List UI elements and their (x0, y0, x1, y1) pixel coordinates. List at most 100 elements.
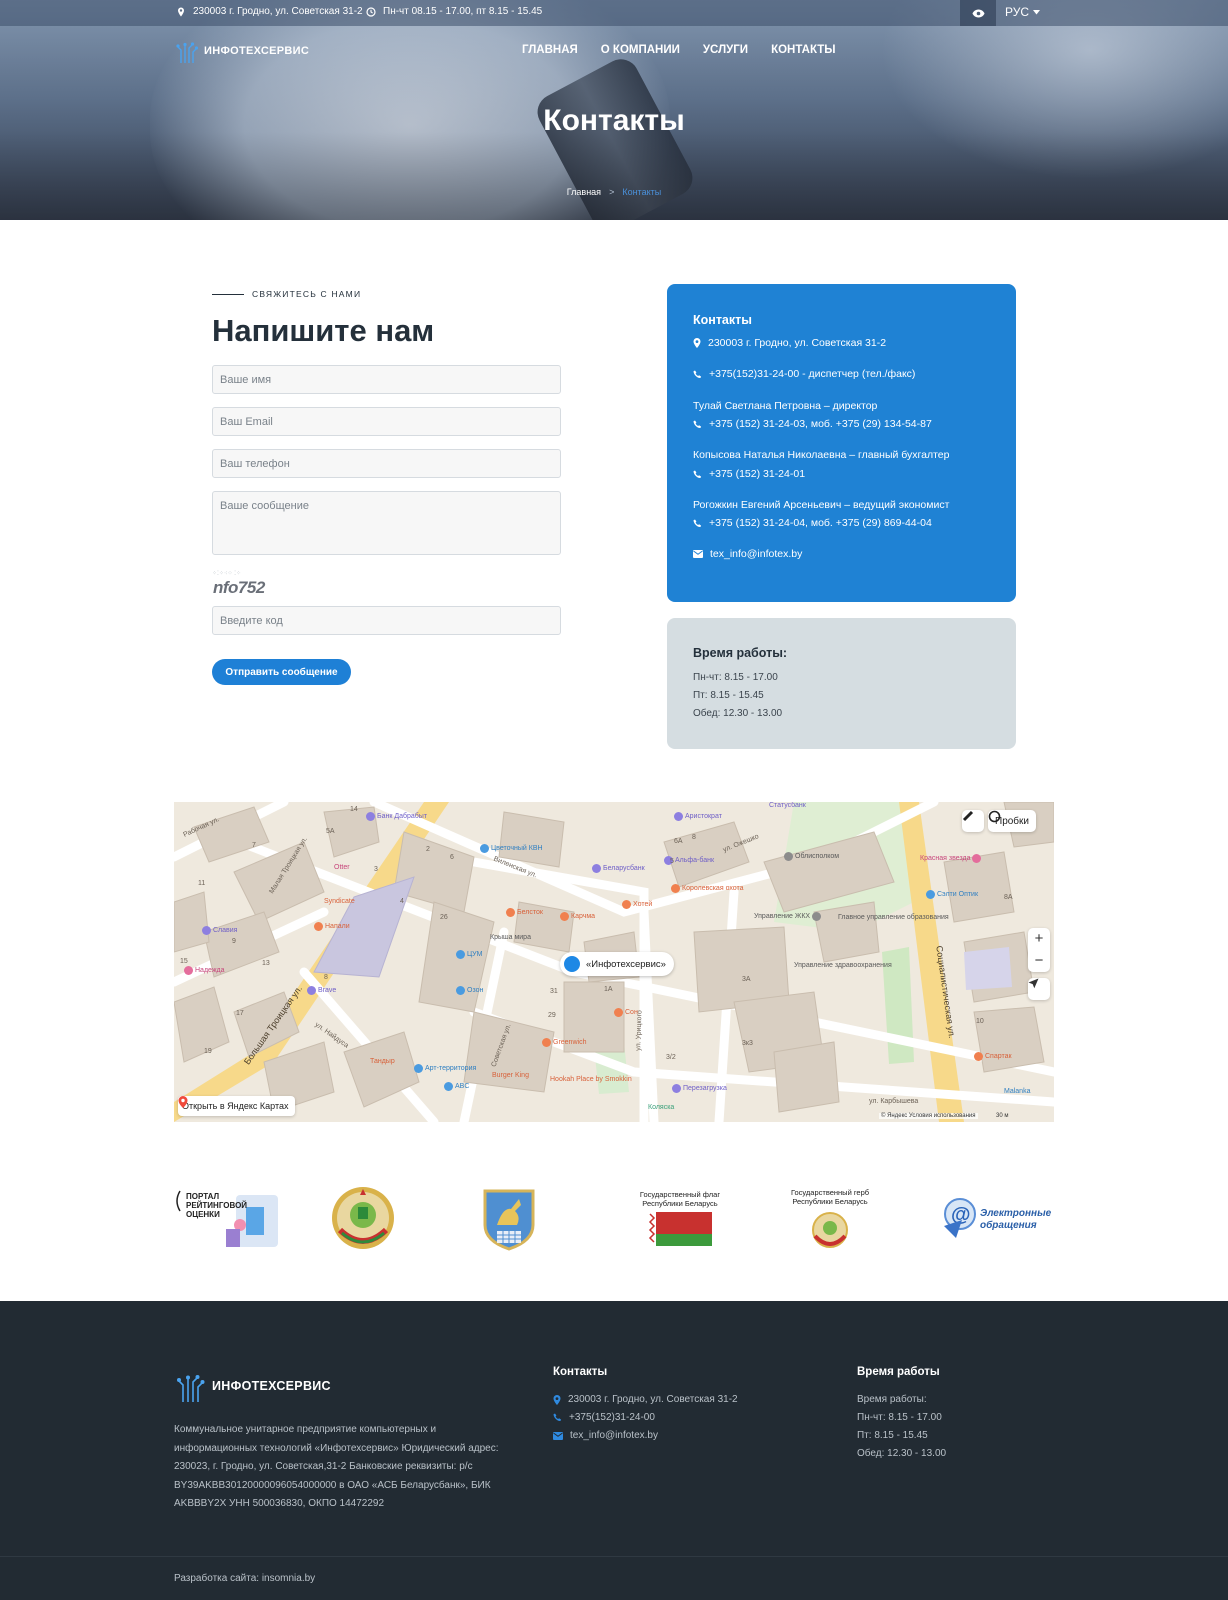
contacts-economist-phone-text[interactable]: +375 (152) 31-24-04, моб. +375 (29) 869-… (709, 517, 932, 529)
open-in-yandex-button[interactable]: Открыть в Яндекс Картах (178, 1096, 296, 1116)
partner-state-emblem[interactable] (328, 1183, 398, 1253)
poi-label: Malanka (1004, 1088, 1030, 1095)
house-number: 11 (198, 880, 206, 887)
poi-marker (456, 950, 465, 959)
house-number: 7 (252, 842, 256, 849)
eyebrow-text: СВЯЖИТЕСЬ С НАМИ (252, 289, 362, 299)
contacts-dispatcher-text[interactable]: +375(152)31-24-00 - диспетчер (тел./факс… (709, 368, 915, 380)
hours-card: Время работы: Пн-чт: 8.15 - 17.00 Пт: 8.… (667, 618, 1016, 749)
site-logo[interactable]: ИНФОТЕХСЕРВИС (176, 38, 309, 64)
poi-marker (542, 1038, 551, 1047)
name-field[interactable]: Ваше имя (212, 365, 561, 394)
poi-text: Крыша мира (490, 934, 531, 941)
map-pin-icon (178, 1096, 188, 1108)
poi-marker (784, 852, 793, 861)
nav-about[interactable]: О КОМПАНИИ (601, 44, 680, 56)
house-number: 26 (440, 914, 448, 921)
house-number: 2 (426, 846, 430, 853)
poi-marker (444, 1082, 453, 1091)
poi-label: Банк Дабрабыт (366, 812, 427, 821)
poi-label: Беларусбанк (592, 864, 645, 873)
locate-button[interactable] (1028, 978, 1050, 1000)
breadcrumb-home[interactable]: Главная (567, 187, 601, 197)
house-number: 6А (674, 838, 683, 845)
zoom-in-button[interactable]: + (1028, 928, 1050, 950)
house-number: 14 (350, 806, 358, 813)
submit-button[interactable]: Отправить сообщение (212, 659, 351, 685)
poi-marker (307, 986, 316, 995)
email-field[interactable]: Ваш Email (212, 407, 561, 436)
contacts-director-phone-text[interactable]: +375 (152) 31-24-03, моб. +375 (29) 134-… (709, 418, 932, 430)
ruler-icon (962, 810, 974, 822)
footer-address: 230003 г. Гродно, ул. Советская 31-2 (553, 1394, 738, 1405)
language-label: РУС (1005, 5, 1030, 19)
contacts-accountant-phone-text[interactable]: +375 (152) 31-24-01 (709, 468, 805, 480)
state-emblem-icon (332, 1187, 394, 1249)
poi-text: Коляска (648, 1104, 675, 1111)
grodno-emblem-icon (483, 1189, 535, 1251)
poi-text: ЦУМ (467, 951, 483, 958)
hours-line-weekdays: Пн-чт: 8.15 - 17.00 (693, 672, 778, 683)
footer-email-text[interactable]: tex_info@infotex.by (570, 1430, 658, 1441)
partner-grodno-emblem[interactable] (476, 1183, 542, 1253)
language-selector[interactable]: РУС (1005, 5, 1041, 19)
zoom-control: + − (1028, 928, 1050, 972)
nav-home[interactable]: ГЛАВНАЯ (522, 44, 578, 56)
house-number: 29 (548, 1012, 556, 1019)
poi-text: Управление ЖКХ (754, 913, 811, 920)
poi-label: Главное управление образования (838, 914, 949, 921)
footer-logo[interactable]: ИНФОТЕХСЕРВИС (177, 1369, 331, 1403)
form-title: Напишите нам (212, 313, 435, 348)
poi-label: Управление здравоохранения (794, 962, 892, 969)
poi-marker (674, 812, 683, 821)
partner-state-flag[interactable]: Государственный флаг Республики Беларусь (630, 1183, 730, 1253)
ruler-button[interactable] (962, 810, 984, 832)
poi-marker (480, 844, 489, 853)
contacts-accountant-name: Копысова Наталья Николаевна – главный бу… (693, 449, 950, 461)
footer-phone: +375(152)31-24-00 (553, 1412, 655, 1423)
footer-divider (0, 1556, 1228, 1557)
partner-rating-portal[interactable]: ПОРТАЛ РЕЙТИНГОВОЙ ОЦЕНКИ (174, 1183, 284, 1253)
contacts-email-text[interactable]: tex_info@infotex.by (710, 548, 802, 560)
poi-marker (671, 884, 680, 893)
accessibility-button[interactable] (960, 0, 996, 26)
poi-text: Славия (213, 927, 238, 934)
map-marker-icon (562, 954, 582, 974)
poi-text: Сэлти Оптик (937, 891, 979, 898)
phone-field[interactable]: Ваш телефон (212, 449, 561, 478)
captcha-input[interactable]: Введите код (212, 606, 561, 635)
poi-text: Greenwich (553, 1039, 587, 1046)
poi-text: Статусбанк (769, 802, 806, 809)
poi-marker (456, 986, 465, 995)
logo-circuit-icon (176, 42, 198, 63)
footer-developer-credit[interactable]: Разработка сайта: insomnia.by (174, 1573, 315, 1584)
poi-text: Syndicate (324, 898, 355, 905)
phone-icon (553, 1413, 562, 1422)
house-number: 17 (236, 1010, 244, 1017)
company-map-marker[interactable]: «Инфотехсервис» (560, 952, 674, 976)
nav-services[interactable]: УСЛУГИ (703, 44, 748, 56)
footer-phone-text[interactable]: +375(152)31-24-00 (569, 1412, 655, 1423)
yandex-map[interactable]: Рабочая ул. Малая Троицкая ул. Большая Т… (174, 802, 1054, 1122)
poi-label: Крыша мира (490, 934, 531, 941)
phone-icon (693, 370, 702, 378)
zoom-out-button[interactable]: − (1028, 950, 1050, 972)
company-map-marker-text: «Инфотехсервис» (586, 958, 666, 970)
poi-label: Hookah Place by Smokkin (550, 1076, 632, 1083)
map-copyright[interactable]: © Яндекс Условия использования (879, 1113, 978, 1119)
poi-label: Brave (307, 986, 336, 995)
poi-label: Greenwich (542, 1038, 586, 1047)
house-number: 5А (326, 828, 335, 835)
nav-contacts[interactable]: КОНТАКТЫ (771, 44, 835, 56)
hours-card-title: Время работы: (693, 646, 788, 660)
house-number: 13 (262, 960, 270, 967)
breadcrumb: Главная > Контакты (0, 187, 1228, 197)
message-field[interactable]: Ваше сообщение (212, 491, 561, 555)
emblem-caption-line-2: Республики Беларусь (792, 1197, 868, 1206)
phone-icon (693, 470, 702, 478)
contacts-card: Контакты 230003 г. Гродно, ул. Советская… (667, 284, 1016, 602)
partner-electronic-appeals[interactable]: @ Электронные обращения (940, 1183, 1052, 1253)
partner-state-emblem-link[interactable]: Государственный герб Республики Беларусь (782, 1183, 878, 1253)
traffic-button[interactable]: Пробки (988, 810, 1036, 832)
poi-marker (314, 922, 323, 931)
